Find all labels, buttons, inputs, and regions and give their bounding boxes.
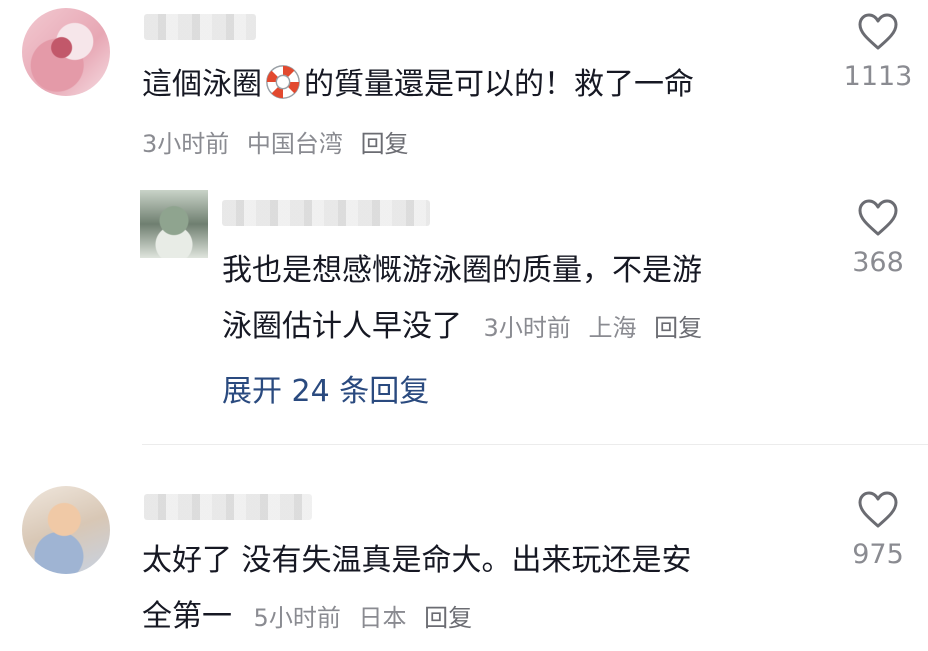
like-button[interactable]: 368 — [838, 198, 918, 278]
avatar[interactable] — [140, 190, 208, 258]
comment-list: 這個泳圈 的質量還是可以的！救了一命 3小时前 中国台湾 回复 1113 我也是… — [0, 0, 928, 651]
heart-outline-icon — [858, 491, 898, 528]
comment-meta: 3小时前 中国台湾 回复 — [142, 124, 409, 159]
reply-button[interactable]: 回复 — [654, 314, 702, 342]
timestamp: 5小时前 — [253, 604, 341, 632]
comment-text-line1: 太好了 没有失温真是命大。出来玩还是安 — [142, 543, 692, 578]
comment-text: 這個泳圈 的質量還是可以的！救了一命 — [142, 58, 694, 112]
like-count: 368 — [852, 247, 904, 278]
reply-button[interactable]: 回复 — [424, 604, 472, 632]
comment-text-line2: 全第一 5小时前 日本 回复 — [142, 599, 473, 634]
comment-meta: 5小时前 日本 回复 — [254, 604, 473, 632]
timestamp: 3小时前 — [142, 130, 230, 158]
lifebuoy-icon — [264, 63, 302, 101]
location: 上海 — [588, 314, 637, 342]
avatar[interactable] — [22, 8, 110, 96]
location: 日本 — [358, 604, 407, 632]
reply-text-line2: 泳圈估计人早没了 3小时前 上海 回复 — [222, 309, 703, 344]
divider — [142, 444, 928, 445]
timestamp: 3小时前 — [483, 314, 571, 342]
location: 中国台湾 — [246, 130, 343, 158]
like-button[interactable]: 1113 — [838, 12, 918, 92]
username-blurred[interactable] — [144, 494, 312, 520]
heart-outline-icon — [858, 199, 898, 236]
like-count: 975 — [852, 539, 904, 570]
username-blurred[interactable] — [222, 200, 430, 226]
like-button[interactable]: 975 — [838, 490, 918, 570]
comment-meta: 3小时前 上海 回复 — [484, 314, 703, 342]
avatar[interactable] — [22, 486, 110, 574]
like-count: 1113 — [843, 61, 913, 92]
heart-outline-icon — [858, 13, 898, 50]
reply-button[interactable]: 回复 — [361, 130, 409, 158]
expand-replies-link[interactable]: 展开 24 条回复 — [222, 372, 429, 412]
reply-text-line1: 我也是想感慨游泳圈的质量，不是游 — [222, 253, 702, 288]
username-blurred[interactable] — [144, 14, 256, 40]
